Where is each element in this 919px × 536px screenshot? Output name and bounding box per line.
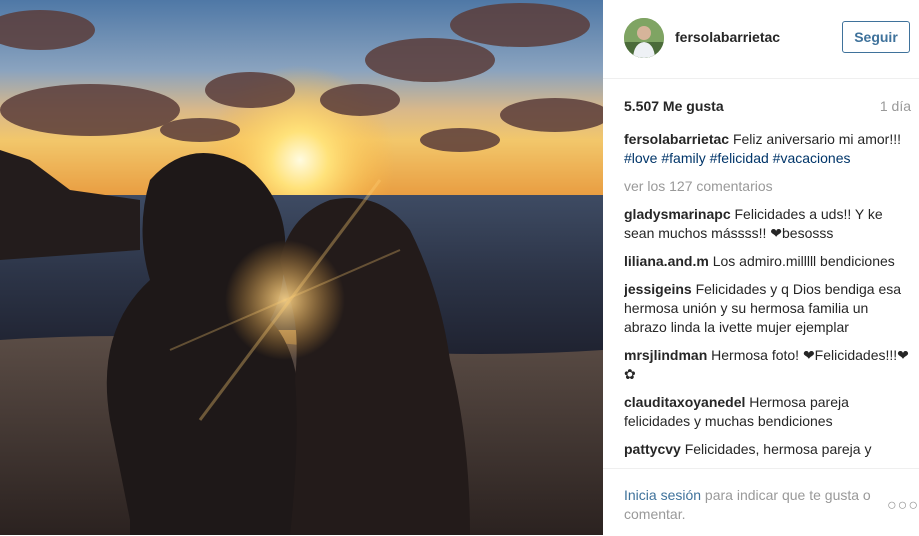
comments-list: fersolabarrietac Feliz aniversario mi am… — [624, 130, 909, 468]
post-side-panel: fersolabarrietac Seguir 5.507 Me gusta 1… — [603, 0, 919, 535]
view-all-comments-link[interactable]: ver los 127 comentarios — [624, 177, 909, 196]
comment-text: Felicidades, hermosa pareja y — [684, 441, 872, 457]
more-options-icon[interactable]: ○○○ — [887, 497, 919, 515]
post-header: fersolabarrietac Seguir — [603, 0, 919, 79]
post-age[interactable]: 1 día — [880, 98, 911, 114]
caption-username[interactable]: fersolabarrietac — [624, 131, 729, 147]
follow-button[interactable]: Seguir — [842, 21, 910, 53]
post-footer: Inicia sesión para indicar que te gusta … — [603, 468, 919, 536]
comment-username[interactable]: pattycvy — [624, 441, 681, 457]
hashtag-link[interactable]: #felicidad — [710, 150, 769, 166]
comment-item: clauditaxoyanedel Hermosa pareja felicid… — [624, 393, 909, 431]
comment-username[interactable]: liliana.and.m — [624, 253, 709, 269]
sunset-kiss-image — [0, 0, 603, 535]
login-link[interactable]: Inicia sesión — [624, 487, 701, 503]
comment-item: jessigeins Felicidades y q Dios bendiga … — [624, 280, 909, 337]
comment-username[interactable]: clauditaxoyanedel — [624, 394, 745, 410]
caption: fersolabarrietac Feliz aniversario mi am… — [624, 130, 909, 168]
comment-username[interactable]: mrsjlindman — [624, 347, 707, 363]
comment-item: gladysmarinapc Felicidades a uds!! Y ke … — [624, 205, 909, 243]
comment-username[interactable]: gladysmarinapc — [624, 206, 731, 222]
username-link[interactable]: fersolabarrietac — [675, 29, 780, 45]
avatar-image — [624, 18, 664, 58]
caption-text: Feliz aniversario mi amor!!! — [732, 131, 901, 147]
comment-username[interactable]: jessigeins — [624, 281, 692, 297]
hashtag-link[interactable]: #family — [661, 150, 705, 166]
comment-text: Los admiro.milllll bendiciones — [712, 253, 895, 269]
avatar[interactable] — [624, 18, 664, 58]
hashtag-link[interactable]: #vacaciones — [773, 150, 851, 166]
comment-item: pattycvy Felicidades, hermosa pareja y — [624, 440, 909, 459]
likes-count[interactable]: 5.507 Me gusta — [624, 98, 724, 114]
comment-item: liliana.and.m Los admiro.milllll bendici… — [624, 252, 909, 271]
comment-item: mrsjlindman Hermosa foto! ❤Felicidades!!… — [624, 346, 909, 384]
hashtag-link[interactable]: #love — [624, 150, 657, 166]
post-photo — [0, 0, 603, 535]
login-prompt: Inicia sesión para indicar que te gusta … — [624, 486, 882, 524]
